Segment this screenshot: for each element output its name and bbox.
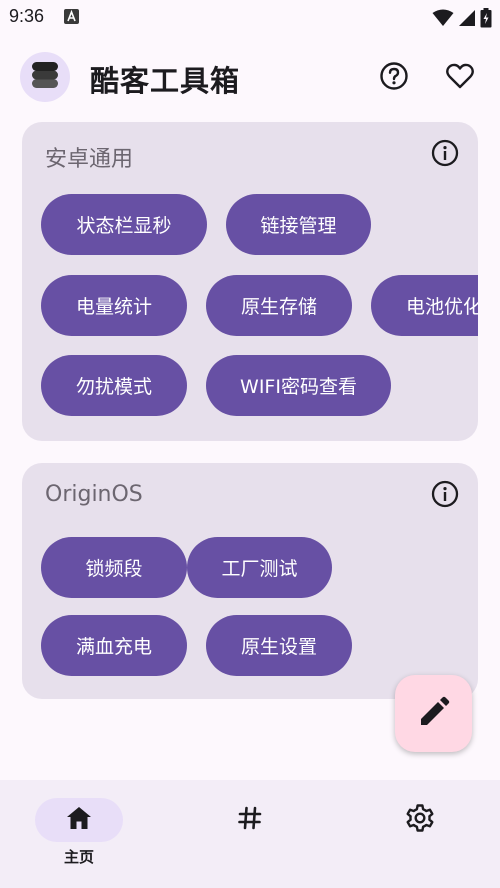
edit-fab[interactable] xyxy=(395,675,472,752)
app-bar: 酷客工具箱 xyxy=(0,36,500,120)
status-icons xyxy=(432,8,492,32)
settings-icon xyxy=(405,803,435,837)
help-button[interactable] xyxy=(374,58,414,98)
chip-native-settings[interactable]: 原生设置 xyxy=(206,615,352,676)
nav-active-indicator xyxy=(35,798,123,842)
nav-item-tags[interactable] xyxy=(192,796,292,866)
nav-label-home: 主页 xyxy=(63,848,94,866)
signal-icon xyxy=(458,9,476,31)
nav-indicator xyxy=(376,798,464,842)
nav-item-home[interactable]: 主页 xyxy=(21,796,123,866)
status-bar: 9:36 xyxy=(0,0,500,36)
app-logo xyxy=(20,52,70,102)
section-title: 安卓通用 xyxy=(45,147,134,172)
chip-link-manager[interactable]: 链接管理 xyxy=(226,194,371,255)
hashtag-icon xyxy=(237,805,263,835)
chip-full-charge[interactable]: 满血充电 xyxy=(41,615,187,676)
status-time: 9:36 xyxy=(9,6,45,26)
layers-icon xyxy=(30,59,60,95)
bottom-navigation: 主页 xyxy=(0,780,500,888)
chip-lock-band[interactable]: 锁频段 xyxy=(41,537,187,598)
chip-do-not-disturb[interactable]: 勿扰模式 xyxy=(41,355,187,416)
favorite-button[interactable] xyxy=(440,58,480,98)
nav-indicator xyxy=(206,798,294,842)
chip-native-storage[interactable]: 原生存储 xyxy=(206,275,352,336)
edit-icon xyxy=(417,695,451,733)
help-icon xyxy=(379,61,409,95)
heart-icon xyxy=(445,62,475,94)
app-title: 酷客工具箱 xyxy=(90,64,241,98)
chip-factory-test[interactable]: 工厂测试 xyxy=(187,537,332,598)
section-card-originos: OriginOS 锁频段 工厂测试 满血充电 原生设置 xyxy=(22,463,478,699)
info-button[interactable] xyxy=(430,139,460,171)
chip-battery-optimization[interactable]: 电池优化 xyxy=(371,275,478,336)
chip-wifi-password[interactable]: WIFI密码查看 xyxy=(206,355,391,416)
app-screen: 9:36 酷客工具箱 安卓通用 状态栏显秒 链接管理 电量统计 原生存储 电池优… xyxy=(0,0,500,888)
home-icon xyxy=(65,805,93,835)
info-icon xyxy=(431,139,459,171)
section-card-android: 安卓通用 状态栏显秒 链接管理 电量统计 原生存储 电池优化 勿扰模式 WIFI… xyxy=(22,122,478,441)
info-button[interactable] xyxy=(430,480,460,512)
battery-icon xyxy=(480,8,492,32)
wifi-icon xyxy=(432,9,454,31)
section-title: OriginOS xyxy=(45,482,143,507)
chip-status-seconds[interactable]: 状态栏显秒 xyxy=(41,194,207,255)
notification-a-icon xyxy=(64,9,79,24)
info-icon xyxy=(431,480,459,512)
chip-battery-stats[interactable]: 电量统计 xyxy=(41,275,187,336)
nav-item-settings[interactable] xyxy=(362,796,462,866)
